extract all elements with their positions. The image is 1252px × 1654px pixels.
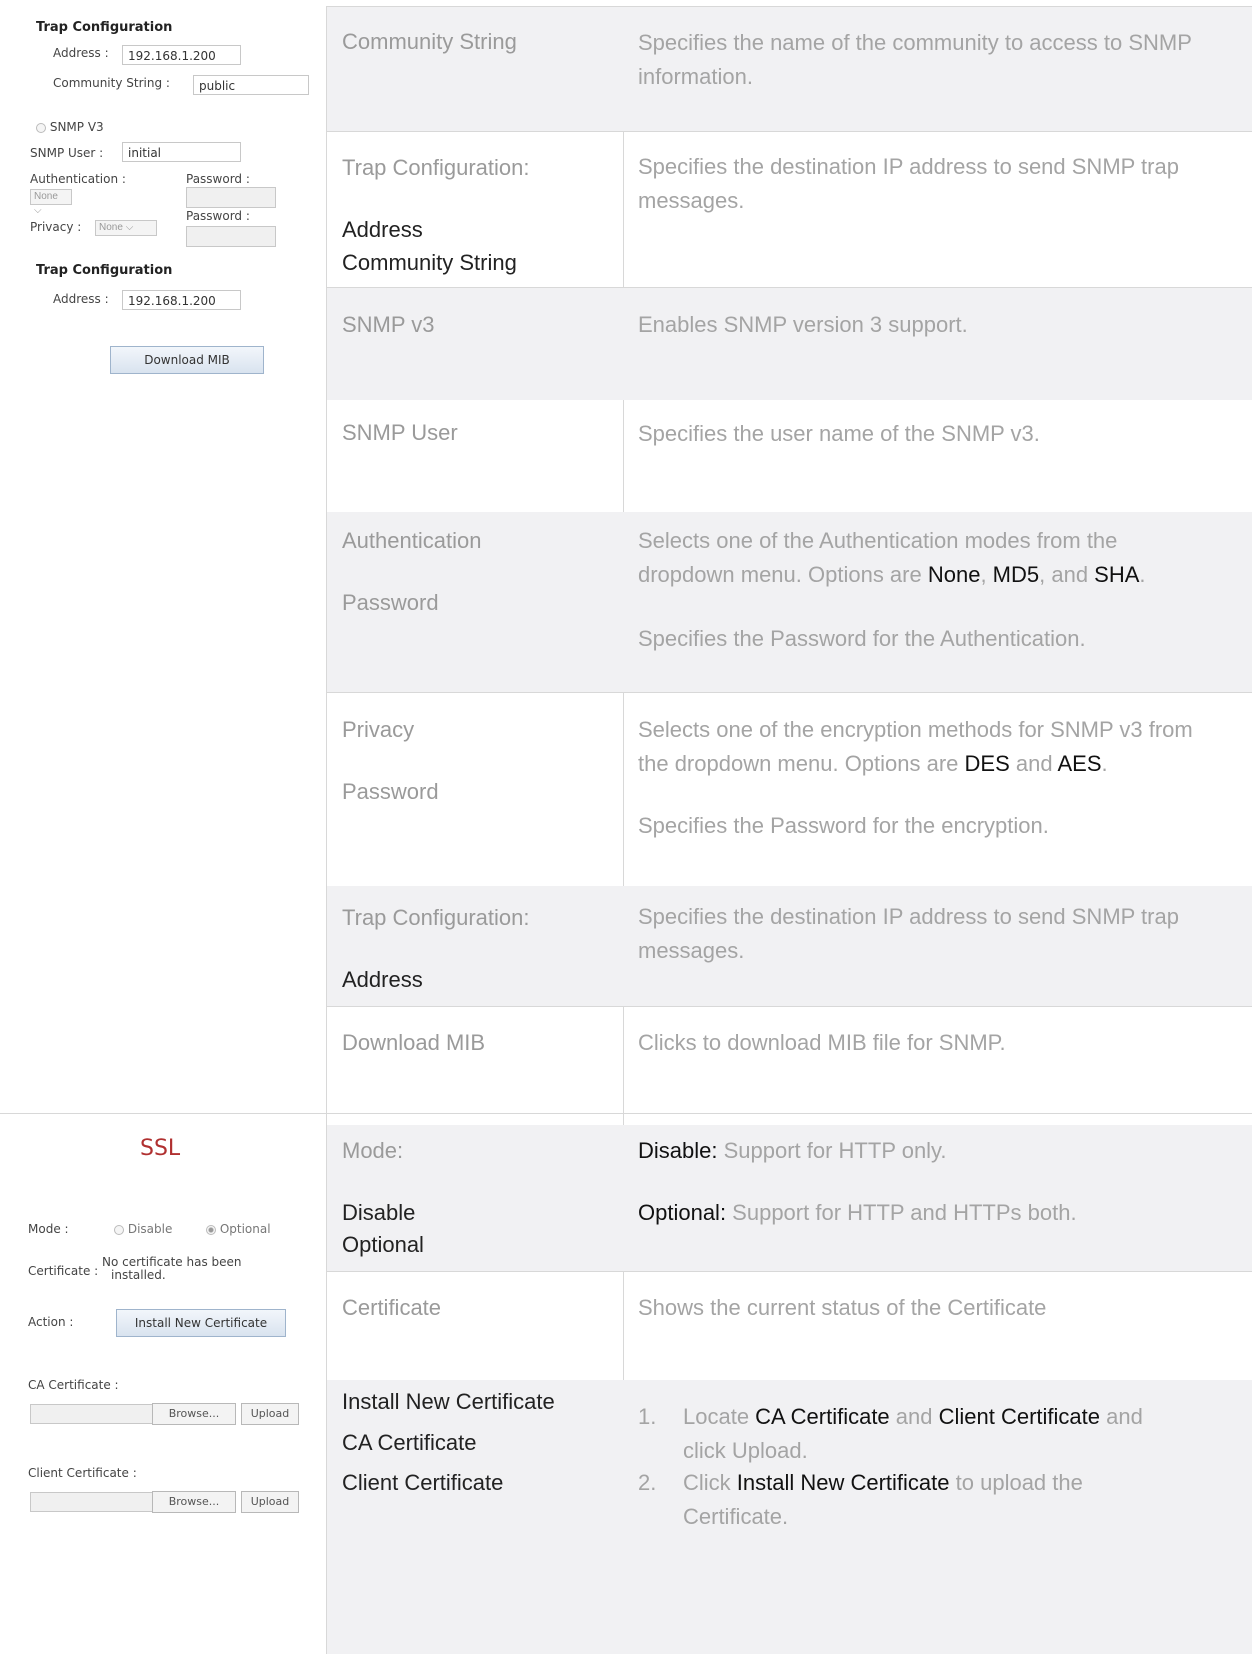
row-band: [327, 287, 1252, 400]
step-1-text: Locate CA Certificate and Client Certifi…: [683, 1404, 1143, 1463]
ca-browse-button[interactable]: Browse...: [152, 1403, 236, 1425]
term-community-string-sub: Community String: [342, 250, 517, 275]
optional-label: Optional: [219, 1222, 271, 1236]
row-separator: [327, 692, 1252, 693]
certificate-label: Certificate :: [28, 1264, 99, 1278]
term-certificate: Certificate: [342, 1295, 442, 1320]
snmp-v3-option[interactable]: SNMP V3: [36, 120, 104, 134]
row-separator: [327, 1006, 1252, 1007]
ca-certificate-path[interactable]: [30, 1404, 154, 1424]
authentication-label: Authentication :: [30, 172, 126, 186]
chevron-down-icon: ⌵: [34, 205, 42, 216]
step-2-text: Click Install New Certificate to upload …: [683, 1470, 1083, 1529]
certificate-status-line: installed.: [111, 1268, 166, 1282]
certificate-status: No certificate has been installed.: [102, 1256, 242, 1282]
term-snmp-v3: SNMP v3: [342, 312, 435, 337]
desc-trap-configuration: Specifies the destination IP address to …: [638, 154, 1179, 213]
address-input-2[interactable]: 192.168.1.200: [122, 290, 241, 310]
download-mib-button[interactable]: Download MIB: [110, 346, 264, 374]
term-client-certificate: Client Certificate: [342, 1470, 504, 1495]
desc-mode-disable: Disable: Support for HTTP only.: [638, 1138, 947, 1163]
desc-certificate: Shows the current status of the Certific…: [638, 1295, 1047, 1320]
client-certificate-label: Client Certificate :: [28, 1466, 137, 1480]
privacy-password-label: Password :: [186, 209, 250, 223]
term-download-mib: Download MIB: [342, 1030, 486, 1055]
term-address: Address: [342, 217, 423, 242]
action-label: Action :: [28, 1315, 74, 1329]
desc-snmp-v3: Enables SNMP version 3 support.: [638, 312, 968, 337]
ca-certificate-label: CA Certificate :: [28, 1378, 119, 1392]
desc-snmp-user: Specifies the user name of the SNMP v3.: [638, 421, 1040, 446]
address-input[interactable]: 192.168.1.200: [122, 45, 241, 65]
desc-mode-optional: Optional: Support for HTTP and HTTPs bot…: [638, 1200, 1077, 1225]
snmp-user-input[interactable]: initial: [122, 142, 241, 162]
ssl-title: SSL: [140, 1136, 181, 1161]
disable-label: Disable: [127, 1222, 173, 1236]
term-privacy-password: Password: [342, 779, 439, 804]
term-privacy: Privacy: [342, 717, 415, 742]
desc-download-mib: Clicks to download MIB file for SNMP.: [638, 1030, 1006, 1055]
term-community-string: Community String: [342, 29, 517, 54]
community-string-label: Community String :: [53, 76, 170, 90]
term-mode: Mode:: [342, 1138, 404, 1163]
address-label-2: Address :: [53, 292, 109, 306]
address-label: Address :: [53, 46, 109, 60]
desc-privacy: Selects one of the encryption methods fo…: [638, 717, 1193, 776]
step-1-number: 1.: [638, 1404, 657, 1429]
desc-auth-password: Specifies the Password for the Authentic…: [638, 626, 1086, 651]
chevron-down-icon: ⌵: [125, 222, 134, 233]
snmp-v3-label: SNMP V3: [49, 120, 104, 134]
term-auth-password: Password: [342, 590, 439, 615]
install-new-certificate-button[interactable]: Install New Certificate: [116, 1309, 286, 1337]
row-separator: [327, 1271, 1252, 1272]
mode-optional-option[interactable]: Optional: [206, 1222, 271, 1236]
mode-label: Mode :: [28, 1222, 69, 1236]
row-separator: [327, 131, 1252, 132]
desc-privacy-password: Specifies the Password for the encryptio…: [638, 813, 1049, 838]
term-snmp-user: SNMP User: [342, 420, 458, 445]
mode-disable-option[interactable]: Disable: [114, 1222, 172, 1236]
term-ca-certificate: CA Certificate: [342, 1430, 477, 1455]
trap-config-title-2: Trap Configuration: [36, 263, 173, 278]
ca-upload-button[interactable]: Upload: [241, 1403, 299, 1425]
disable-radio[interactable]: [114, 1224, 124, 1235]
privacy-select-value: None: [99, 222, 123, 233]
term-address-2: Address: [342, 967, 423, 992]
auth-password-label: Password :: [186, 172, 250, 186]
privacy-select[interactable]: None ⌵: [95, 220, 157, 236]
community-string-input[interactable]: public: [193, 75, 309, 95]
desc-authentication: Selects one of the Authentication modes …: [638, 528, 1146, 587]
term-trap-configuration: Trap Configuration:: [342, 155, 530, 180]
privacy-password-input[interactable]: [186, 226, 276, 247]
step-2-number: 2.: [638, 1470, 657, 1495]
auth-password-input[interactable]: [186, 187, 276, 208]
authentication-select[interactable]: None ⌵: [30, 189, 72, 216]
client-browse-button[interactable]: Browse...: [152, 1491, 236, 1513]
optional-radio[interactable]: [206, 1224, 216, 1235]
term-install-new-certificate: Install New Certificate: [342, 1389, 555, 1414]
privacy-label: Privacy :: [30, 220, 82, 234]
trap-config-title: Trap Configuration: [36, 20, 173, 35]
client-upload-button[interactable]: Upload: [241, 1491, 299, 1513]
snmp-v3-radio[interactable]: [36, 122, 46, 133]
desc-trap-configuration-2: Specifies the destination IP address to …: [638, 904, 1179, 963]
authentication-select-value: None: [34, 191, 58, 202]
row-separator: [327, 287, 1252, 288]
term-optional: Optional: [342, 1232, 424, 1257]
term-authentication: Authentication: [342, 528, 482, 553]
snmp-user-label: SNMP User :: [30, 146, 104, 160]
desc-community-string: Specifies the name of the community to a…: [638, 30, 1192, 89]
term-disable: Disable: [342, 1200, 416, 1225]
section-separator: [0, 1113, 1252, 1114]
term-trap-configuration-2: Trap Configuration:: [342, 905, 530, 930]
client-certificate-path[interactable]: [30, 1492, 154, 1512]
